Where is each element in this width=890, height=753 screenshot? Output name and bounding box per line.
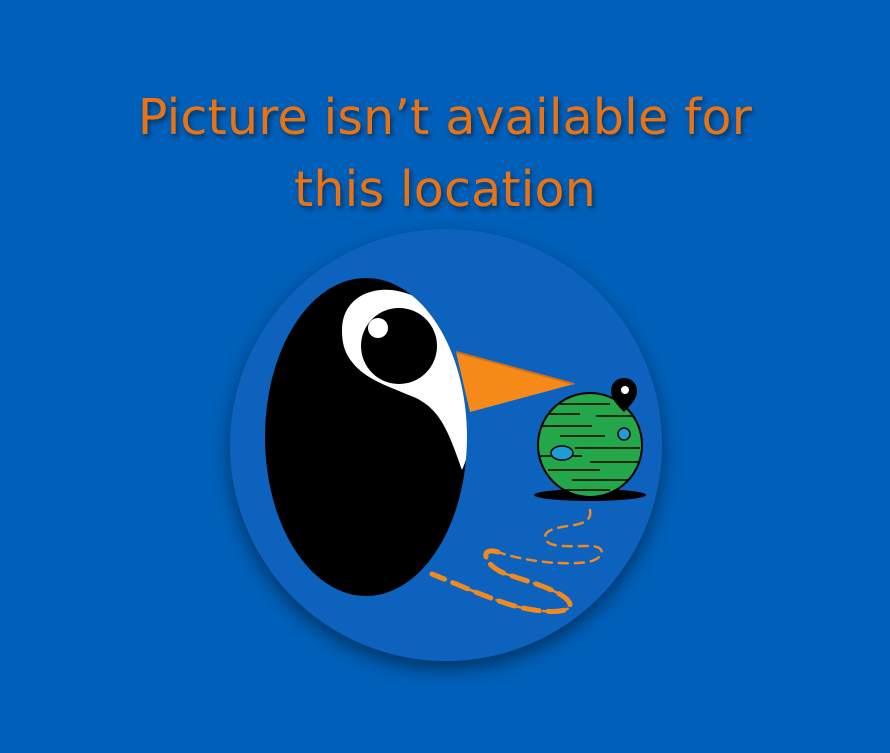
placeholder-page: Picture isn’t available for this locatio… [0, 0, 890, 753]
penguin-globe-illustration [230, 229, 662, 661]
